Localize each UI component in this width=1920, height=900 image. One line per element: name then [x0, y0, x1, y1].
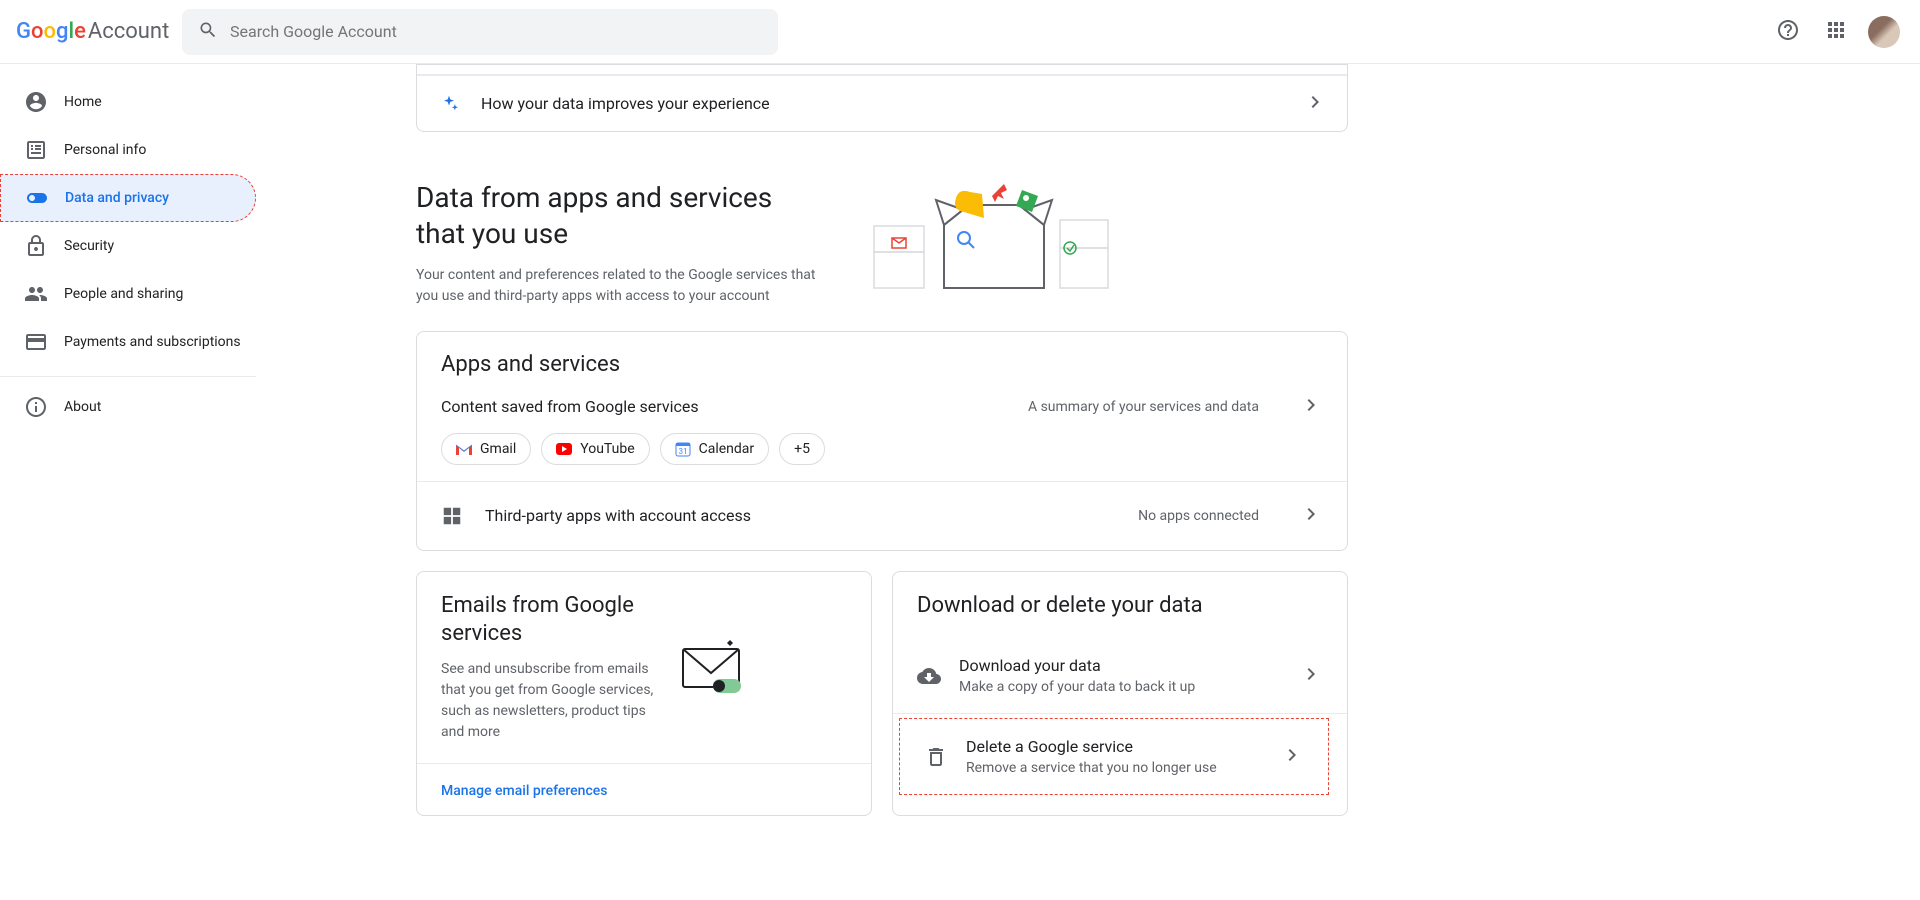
chip-label: +5 [794, 441, 810, 457]
logo-account-text: Account [88, 19, 169, 44]
grid-icon [441, 505, 465, 527]
info-icon [24, 395, 48, 419]
chevron-right-icon [1303, 90, 1327, 118]
chip-label: Gmail [480, 441, 516, 457]
search-box[interactable] [182, 9, 778, 55]
sidebar-item-label: About [64, 399, 101, 415]
sidebar-item-label: Payments and subscriptions [64, 334, 241, 350]
svg-text:31: 31 [678, 447, 687, 456]
credit-card-icon [24, 330, 48, 354]
chevron-right-icon [1280, 743, 1304, 771]
sidebar-item-people-sharing[interactable]: People and sharing [0, 270, 256, 318]
sidebar-item-label: Security [64, 238, 114, 254]
gmail-icon [456, 441, 472, 457]
third-party-row[interactable]: Third-party apps with account access No … [417, 482, 1347, 550]
download-data-row[interactable]: Download your data Make a copy of your d… [893, 638, 1347, 713]
account-avatar-button[interactable] [1864, 12, 1904, 52]
section-illustration [864, 180, 1124, 300]
logo[interactable]: Google Account [16, 19, 182, 44]
lock-icon [24, 234, 48, 258]
chip-label: YouTube [580, 441, 634, 457]
help-icon [1776, 18, 1800, 46]
help-button[interactable] [1768, 12, 1808, 52]
sidebar: Home Personal info Data and privacy Secu… [0, 64, 280, 856]
sidebar-item-payments[interactable]: Payments and subscriptions [0, 318, 256, 366]
person-circle-icon [24, 90, 48, 114]
apps-services-card: Apps and services Content saved from Goo… [416, 331, 1348, 551]
sidebar-item-home[interactable]: Home [0, 78, 256, 126]
sidebar-item-security[interactable]: Security [0, 222, 256, 270]
emails-desc: See and unsubscribe from emails that you… [441, 659, 661, 743]
delete-desc: Remove a service that you no longer use [966, 760, 1217, 776]
two-column-row: Emails from Google services See and unsu… [416, 571, 1348, 816]
experience-label: How your data improves your experience [481, 94, 770, 113]
experience-row[interactable]: How your data improves your experience [417, 75, 1347, 131]
section-title: Data from apps and services that you use [416, 180, 816, 253]
sidebar-item-label: Home [64, 94, 102, 110]
chevron-right-icon [1299, 502, 1323, 530]
chip-more[interactable]: +5 [779, 433, 825, 465]
content-saved-row[interactable]: Content saved from Google services A sum… [441, 393, 1323, 421]
toggle-icon [25, 186, 49, 210]
youtube-icon [556, 441, 572, 457]
download-desc: Make a copy of your data to back it up [959, 679, 1195, 695]
chip-gmail[interactable]: Gmail [441, 433, 531, 465]
apps-services-title: Apps and services [441, 352, 1323, 377]
content-saved-label: Content saved from Google services [441, 397, 699, 416]
divider [0, 376, 256, 377]
sidebar-item-data-privacy[interactable]: Data and privacy [0, 174, 256, 222]
header: Google Account [0, 0, 1920, 64]
sidebar-item-label: Personal info [64, 142, 146, 158]
search-input[interactable] [230, 22, 762, 41]
chip-calendar[interactable]: 31 Calendar [660, 433, 770, 465]
download-label: Download your data [959, 656, 1195, 675]
apps-grid-icon [1824, 18, 1848, 46]
avatar [1868, 16, 1900, 48]
third-party-desc: No apps connected [1138, 508, 1259, 524]
people-icon [24, 282, 48, 306]
emails-title: Emails from Google services [441, 592, 651, 649]
download-delete-title: Download or delete your data [917, 592, 1323, 621]
chevron-right-icon [1299, 393, 1323, 421]
apps-button[interactable] [1816, 12, 1856, 52]
delete-service-row[interactable]: Delete a Google service Remove a service… [899, 718, 1329, 795]
calendar-icon: 31 [675, 441, 691, 457]
service-chips: Gmail YouTube 31 Calendar +5 [441, 433, 1323, 465]
envelope-illustration [677, 637, 747, 697]
chevron-right-icon [1299, 662, 1323, 690]
chip-youtube[interactable]: YouTube [541, 433, 649, 465]
experience-card: How your data improves your experience [416, 64, 1348, 132]
sidebar-item-label: Data and privacy [65, 190, 169, 206]
sparkle-icon [437, 94, 461, 114]
cloud-download-icon [917, 664, 941, 688]
sidebar-item-label: People and sharing [64, 286, 183, 302]
search-icon [198, 20, 230, 44]
third-party-label: Third-party apps with account access [485, 506, 751, 525]
trash-icon [924, 745, 948, 769]
sidebar-item-about[interactable]: About [0, 383, 256, 431]
delete-label: Delete a Google service [966, 737, 1217, 756]
content-saved-desc: A summary of your services and data [1028, 399, 1259, 415]
section-desc: Your content and preferences related to … [416, 265, 816, 307]
id-card-icon [24, 138, 48, 162]
google-logo: Google [16, 19, 86, 44]
chip-label: Calendar [699, 441, 755, 457]
main-content: How your data improves your experience D… [392, 64, 1372, 856]
manage-email-link[interactable]: Manage email preferences [441, 783, 608, 799]
sidebar-item-personal-info[interactable]: Personal info [0, 126, 256, 174]
download-delete-card: Download or delete your data Download yo… [892, 571, 1348, 816]
section-header: Data from apps and services that you use… [416, 180, 1348, 307]
header-right [1768, 12, 1904, 52]
emails-card: Emails from Google services See and unsu… [416, 571, 872, 816]
